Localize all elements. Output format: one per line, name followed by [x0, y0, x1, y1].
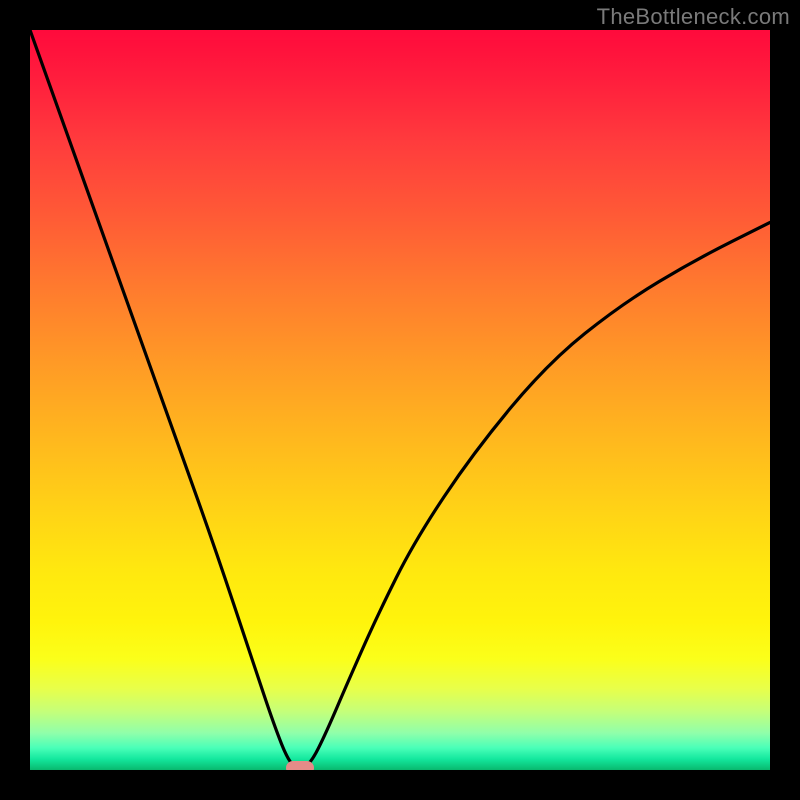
- watermark-text: TheBottleneck.com: [597, 4, 790, 30]
- plot-area: [30, 30, 770, 770]
- chart-frame: TheBottleneck.com: [0, 0, 800, 800]
- bottleneck-curve: [30, 30, 770, 770]
- curve-path: [30, 30, 770, 768]
- optimal-marker: [286, 761, 314, 770]
